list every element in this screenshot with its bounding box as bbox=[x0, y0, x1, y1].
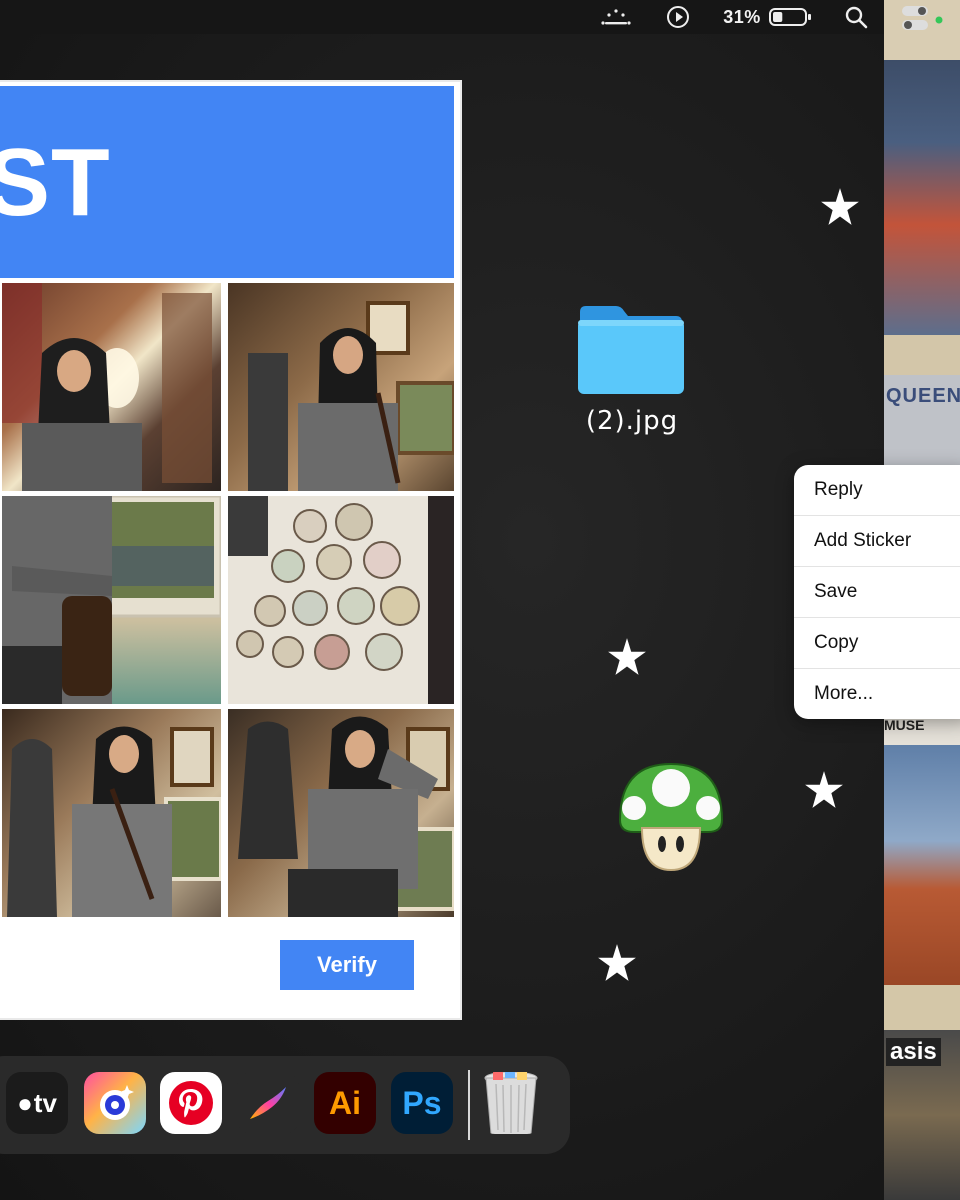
two-people-gallery-photo bbox=[7, 726, 221, 917]
menu-item-add-sticker[interactable]: Add Sticker bbox=[794, 516, 960, 566]
decorative-plates-wall-photo bbox=[228, 496, 454, 704]
muse-poster-text: MUSE bbox=[884, 717, 925, 733]
arms-crossed-photo bbox=[2, 496, 221, 704]
captcha-tile[interactable] bbox=[2, 709, 221, 917]
pinterest-icon[interactable] bbox=[160, 1072, 222, 1134]
queen-poster: QUEEN bbox=[884, 375, 960, 465]
captcha-tile[interactable] bbox=[2, 283, 221, 491]
apple-logo-icon: ● bbox=[17, 1088, 33, 1118]
menu-item-save[interactable]: Save bbox=[794, 567, 960, 617]
oasis-poster: asis bbox=[884, 1030, 960, 1200]
star-sticker bbox=[803, 769, 845, 816]
illustrator-label: Ai bbox=[329, 1084, 361, 1121]
captcha-header: ST bbox=[0, 86, 454, 278]
photoshop-label: Ps bbox=[402, 1084, 442, 1121]
hand-on-head-pose-photo bbox=[238, 716, 454, 917]
context-menu: Reply Add Sticker Save Copy More... bbox=[794, 465, 960, 719]
captcha-tile[interactable] bbox=[228, 496, 454, 704]
queen-poster-text: QUEEN bbox=[886, 385, 960, 407]
apple-tv-icon[interactable]: ● tv bbox=[6, 1072, 68, 1134]
procreate-icon[interactable] bbox=[237, 1072, 299, 1134]
menu-item-more[interactable]: More... bbox=[794, 669, 960, 719]
star-sticker bbox=[596, 942, 638, 989]
verify-button[interactable]: Verify bbox=[280, 940, 414, 990]
mushroom-sticker bbox=[612, 758, 730, 876]
folder-label[interactable]: (2).jpg bbox=[560, 406, 704, 436]
oasis-poster-text: asis bbox=[886, 1038, 941, 1066]
apple-tv-label: tv bbox=[33, 1087, 57, 1118]
album-poster-2 bbox=[884, 745, 960, 985]
menu-bar: 31% bbox=[0, 0, 884, 34]
camera-app-icon[interactable] bbox=[84, 1072, 146, 1134]
menu-item-copy[interactable]: Copy bbox=[794, 618, 960, 668]
captcha-tile[interactable] bbox=[228, 283, 454, 491]
captcha-tile[interactable] bbox=[2, 496, 221, 704]
folder-icon[interactable] bbox=[576, 302, 686, 396]
captcha-title: ST bbox=[0, 129, 111, 236]
battery-icon[interactable] bbox=[768, 5, 814, 29]
star-sticker bbox=[819, 186, 861, 233]
star-sticker bbox=[606, 636, 648, 683]
trash-icon[interactable] bbox=[480, 1072, 542, 1134]
cloud-dots-icon[interactable] bbox=[598, 5, 634, 29]
battery-percent: 31% bbox=[723, 6, 761, 27]
album-poster-1 bbox=[884, 60, 960, 335]
wallpaper-panel bbox=[884, 335, 960, 375]
captcha-tile[interactable] bbox=[228, 709, 454, 917]
muse-poster: MUSE bbox=[884, 715, 960, 745]
play-circle-icon[interactable] bbox=[664, 5, 692, 29]
posing-in-gallery-photo bbox=[248, 301, 454, 491]
menu-item-reply[interactable]: Reply bbox=[794, 465, 960, 515]
photoshop-icon[interactable]: Ps bbox=[391, 1072, 453, 1134]
search-icon[interactable] bbox=[842, 5, 870, 29]
wallpaper-panel bbox=[884, 985, 960, 1030]
dock-divider bbox=[468, 1070, 470, 1140]
illustrator-icon[interactable]: Ai bbox=[314, 1072, 376, 1134]
control-center-icon[interactable] bbox=[896, 4, 946, 32]
captcha-dialog: ST Verify bbox=[0, 80, 462, 1020]
mirror-selfie-photo bbox=[2, 283, 212, 491]
